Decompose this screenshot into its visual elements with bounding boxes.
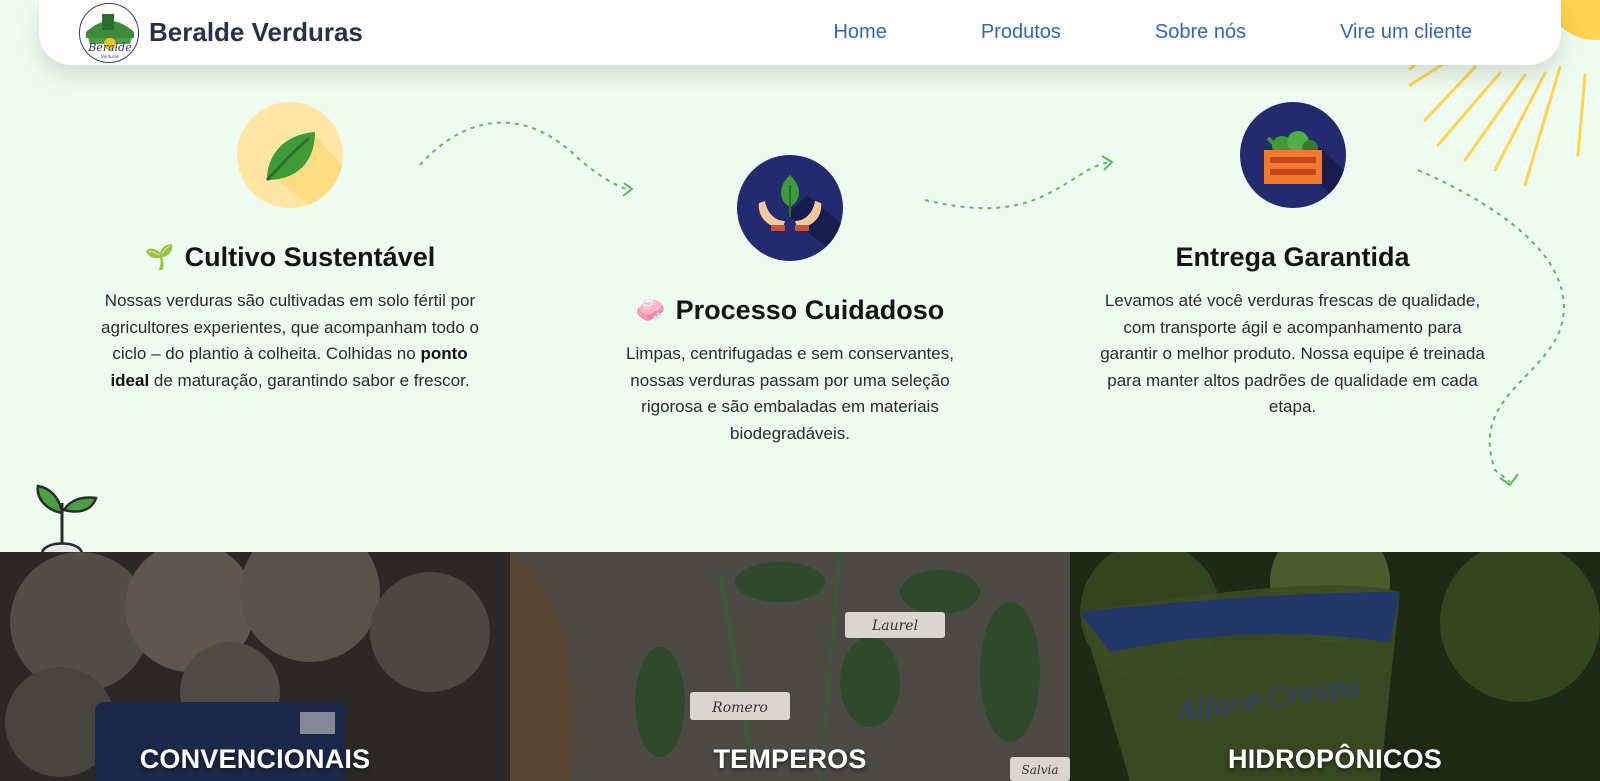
seedling-emoji-icon: 🌱 — [144, 244, 175, 271]
feature-cultivo-sustentavel: 🌱 Cultivo Sustentável Nossas verduras sã… — [95, 102, 485, 394]
top-navbar: Beralde Verduras Beralde Verduras Home P… — [39, 0, 1561, 65]
logo-subtext: Verduras — [101, 54, 119, 59]
feature-processo-cuidadoso: 🧼 Processo Cuidadoso Limpas, centrifugad… — [600, 155, 980, 447]
category-convencionais[interactable]: CONVENCIONAIS — [0, 552, 510, 781]
herb-tag-romero: Romero — [711, 700, 768, 716]
feature-entrega-garantida: Entrega Garantida Levamos até você verdu… — [1095, 102, 1490, 421]
logo-text: Beralde — [87, 41, 132, 54]
brand-name: Beralde Verduras — [149, 17, 363, 47]
feature-title-text: Cultivo Sustentável — [184, 242, 436, 272]
feature-title: Entrega Garantida — [1095, 242, 1490, 273]
brand-logo: Beralde Verduras — [79, 2, 139, 63]
feature-description: Levamos até você verduras frescas de qua… — [1100, 291, 1485, 416]
feature-description-part: de maturação, garantindo sabor e frescor… — [149, 370, 470, 390]
nav-link-home[interactable]: Home — [833, 21, 886, 44]
nav-link-sobre-nos[interactable]: Sobre nós — [1155, 21, 1246, 44]
nav-links: Home Produtos Sobre nós Vire um cliente — [833, 21, 1521, 44]
brand[interactable]: Beralde Verduras Beralde Verduras — [79, 2, 363, 63]
leaf-icon — [237, 102, 343, 208]
sprout-icon — [36, 484, 98, 554]
category-label: TEMPEROS — [713, 744, 867, 774]
category-temperos[interactable]: Laurel Romero Salvia TEMPEROS — [510, 552, 1070, 781]
feature-description: Limpas, centrifugadas e sem conservantes… — [626, 344, 954, 443]
hands-leaf-icon — [737, 155, 843, 261]
feature-title: 🧼 Processo Cuidadoso — [600, 295, 980, 326]
product-categories: CONVENCIONAIS Laurel Romero Salvia TEMPE… — [0, 552, 1600, 781]
nav-link-produtos[interactable]: Produtos — [981, 21, 1061, 44]
feature-title-text: Processo Cuidadoso — [675, 295, 945, 325]
category-hidroponicos[interactable]: Alface Crespa HIDROPÔNICOS — [1070, 552, 1600, 781]
soap-emoji-icon: 🧼 — [635, 297, 666, 324]
category-label: CONVENCIONAIS — [139, 744, 371, 774]
feature-description: Nossas verduras são cultivadas em solo f… — [95, 288, 485, 394]
nav-link-vire-um-cliente[interactable]: Vire um cliente — [1340, 21, 1472, 44]
feature-title-text: Entrega Garantida — [1175, 242, 1410, 272]
vegetable-crate-icon — [1239, 102, 1346, 208]
category-label: HIDROPÔNICOS — [1228, 744, 1442, 774]
herb-tag-laurel: Laurel — [871, 618, 918, 634]
feature-title: 🌱 Cultivo Sustentável — [95, 242, 485, 273]
